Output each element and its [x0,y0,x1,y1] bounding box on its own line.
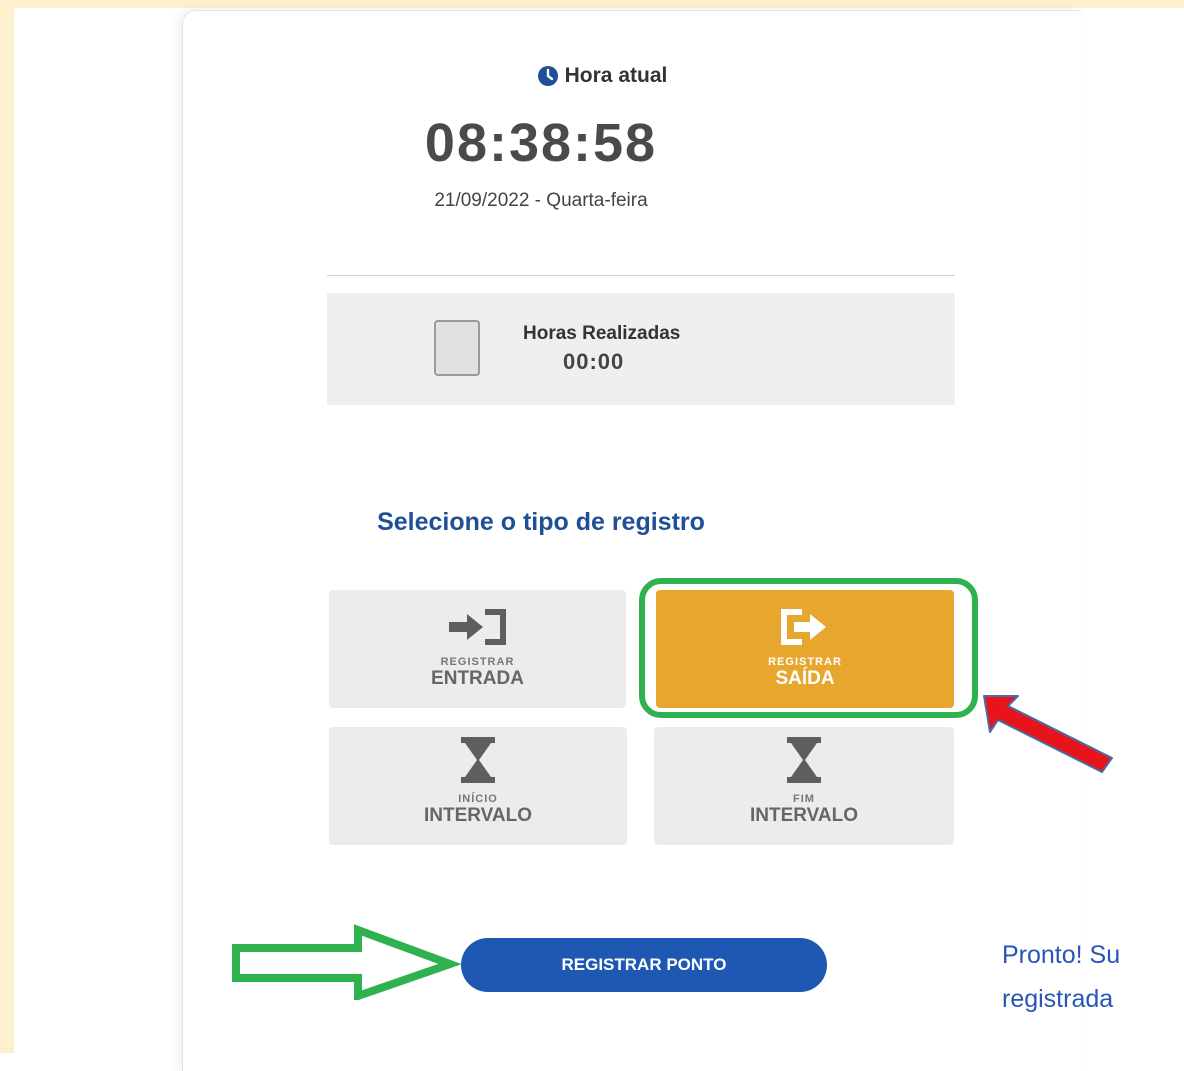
select-type-heading: Selecione o tipo de registro [377,508,705,536]
current-date: 21/09/2022 - Quarta-feira [434,190,648,211]
break-start-option[interactable]: INÍCIO INTERVALO [329,727,627,845]
hourglass-icon [787,737,821,783]
sign-in-icon [448,609,506,645]
success-annotation-line-2: registrada [1002,985,1114,1013]
hours-worked-label: Horas Realizadas [523,323,681,344]
page-border-top [0,0,1184,8]
current-time-label: Hora atual [564,64,668,87]
battery-icon [434,320,480,376]
break-end-small-label: FIM [793,793,815,805]
current-time-value: 08:38:58 [424,113,658,173]
register-entry-label: ENTRADA [431,668,524,689]
selection-highlight-outline [639,578,978,718]
clock-icon [537,66,558,86]
divider [327,275,955,276]
register-entry-small-label: REGISTRAR [440,656,515,668]
register-punch-button[interactable]: REGISTRAR PONTO [461,938,827,992]
red-arrow-annotation [983,695,1113,773]
break-end-label: INTERVALO [749,805,859,826]
success-annotation-line-1: Pronto! Su [1002,941,1121,969]
current-time-header: Hora atual [10,64,1184,88]
page-border-left [0,0,14,1053]
break-start-label: INTERVALO [423,805,533,826]
green-arrow-annotation [232,924,462,1000]
success-annotation-text: Pronto! Su registrada [1002,933,1184,1021]
hourglass-icon [461,737,495,783]
break-start-small-label: INÍCIO [458,793,498,805]
hours-worked-panel: Horas Realizadas 00:00 [327,293,955,405]
register-entry-option[interactable]: REGISTRAR ENTRADA [329,590,626,708]
break-end-option[interactable]: FIM INTERVALO [654,727,954,845]
hours-worked-value: 00:00 [563,349,625,374]
